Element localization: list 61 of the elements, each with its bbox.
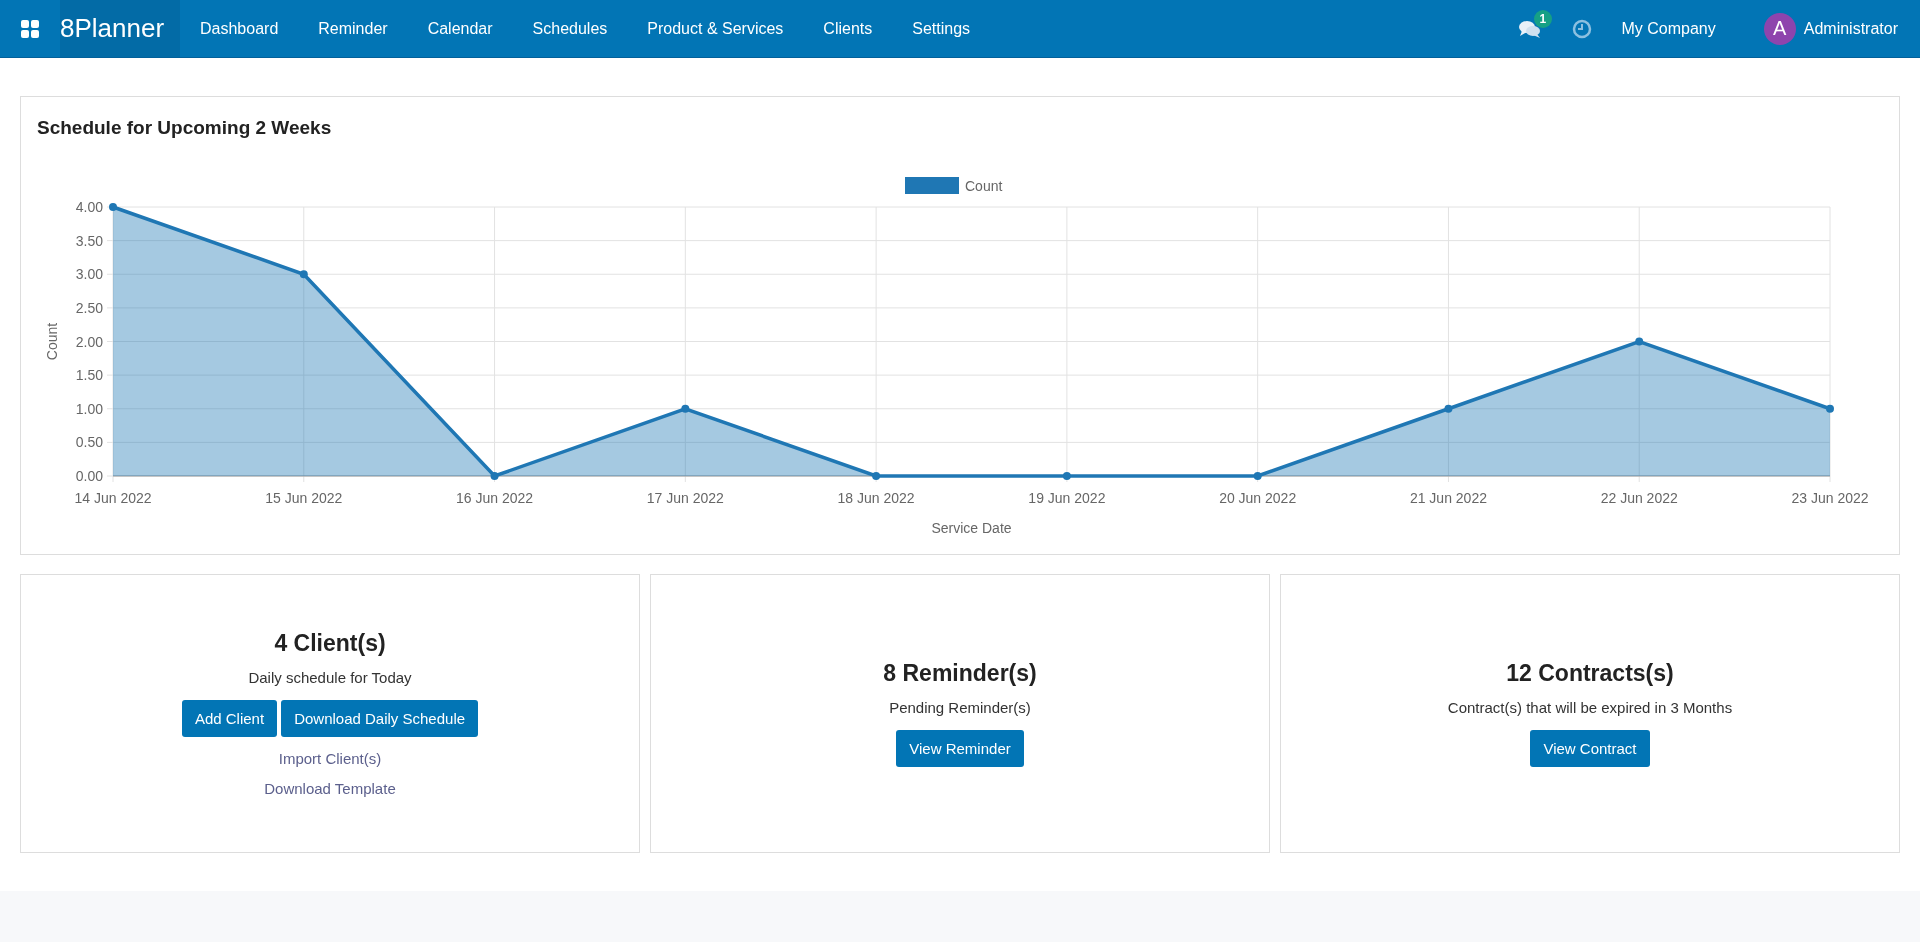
data-point bbox=[1253, 472, 1262, 480]
user-avatar[interactable]: A bbox=[1763, 12, 1796, 45]
y-tick-label: 4.00 bbox=[75, 199, 103, 215]
data-point bbox=[299, 270, 308, 279]
summary-heading: 4 Client(s) bbox=[274, 630, 386, 657]
y-tick-label: 2.00 bbox=[75, 333, 103, 350]
data-point bbox=[1062, 472, 1071, 480]
x-tick-label: 21 Jun 2022 bbox=[1409, 490, 1487, 506]
data-point bbox=[1444, 404, 1453, 413]
nav-menu-item[interactable]: Reminder bbox=[298, 0, 408, 57]
nav-menu-item[interactable]: Product & Services bbox=[627, 0, 804, 57]
y-tick-label: 0.00 bbox=[75, 468, 103, 484]
x-tick-label: 15 Jun 2022 bbox=[265, 490, 343, 506]
message-count-badge: 1 bbox=[1533, 9, 1553, 28]
data-point bbox=[1826, 404, 1834, 413]
legend-swatch bbox=[905, 177, 959, 194]
x-tick-label: 17 Jun 2022 bbox=[646, 490, 724, 506]
action-link[interactable]: Import Client(s) bbox=[278, 750, 382, 767]
nav-menu-item[interactable]: Calendar bbox=[407, 0, 513, 57]
clock-icon[interactable] bbox=[1571, 18, 1592, 39]
x-tick-label: 20 Jun 2022 bbox=[1219, 490, 1297, 506]
action-button[interactable]: Download Daily Schedule bbox=[281, 700, 479, 737]
x-tick-label: 22 Jun 2022 bbox=[1600, 490, 1678, 506]
brand-logo[interactable]: 8Planner bbox=[60, 0, 180, 57]
x-tick-label: 19 Jun 2022 bbox=[1028, 490, 1106, 506]
nav-menu-item[interactable]: Schedules bbox=[512, 0, 628, 57]
nav-menu-item[interactable]: Dashboard bbox=[180, 0, 299, 57]
y-tick-label: 3.50 bbox=[75, 232, 103, 249]
y-tick-label: 2.50 bbox=[75, 299, 103, 316]
summary-subtitle: Pending Reminder(s) bbox=[889, 699, 1031, 716]
legend-label: Count bbox=[965, 178, 1003, 194]
x-tick-label: 18 Jun 2022 bbox=[837, 490, 915, 506]
card-title: Schedule for Upcoming 2 Weeks bbox=[36, 116, 333, 140]
action-link[interactable]: Download Template bbox=[264, 780, 396, 797]
company-switcher[interactable]: My Company bbox=[1621, 19, 1716, 38]
x-tick-label: 14 Jun 2022 bbox=[74, 490, 152, 506]
nav-menu-item[interactable]: Settings bbox=[892, 0, 991, 57]
chat-bubbles-icon[interactable] bbox=[1517, 18, 1542, 39]
summary-heading: 12 Contracts(s) bbox=[1506, 660, 1674, 687]
user-menu[interactable]: Administrator bbox=[1803, 19, 1898, 38]
y-tick-label: 3.00 bbox=[75, 266, 103, 283]
data-point bbox=[490, 472, 499, 480]
y-tick-label: 0.50 bbox=[75, 434, 103, 451]
summary-heading: 8 Reminder(s) bbox=[883, 660, 1037, 687]
nav-menu-item[interactable]: Clients bbox=[803, 0, 893, 57]
x-axis-title: Service Date bbox=[931, 520, 1012, 536]
data-point bbox=[109, 203, 117, 211]
summary-subtitle: Contract(s) that will be expired in 3 Months bbox=[1447, 699, 1733, 716]
apps-grid-icon[interactable] bbox=[21, 19, 39, 38]
data-point bbox=[1635, 337, 1644, 346]
summary-subtitle: Daily schedule for Today bbox=[248, 669, 412, 686]
y-tick-label: 1.50 bbox=[75, 367, 103, 384]
y-tick-label: 1.00 bbox=[75, 400, 103, 417]
data-point bbox=[872, 472, 881, 480]
y-axis-title: Count bbox=[44, 322, 60, 361]
action-button[interactable]: View Contract bbox=[1530, 730, 1650, 767]
x-tick-label: 23 Jun 2022 bbox=[1791, 490, 1869, 506]
x-tick-label: 16 Jun 2022 bbox=[456, 490, 534, 506]
action-button[interactable]: Add Client bbox=[181, 700, 278, 737]
action-button[interactable]: View Reminder bbox=[896, 730, 1024, 767]
data-point bbox=[681, 404, 690, 413]
